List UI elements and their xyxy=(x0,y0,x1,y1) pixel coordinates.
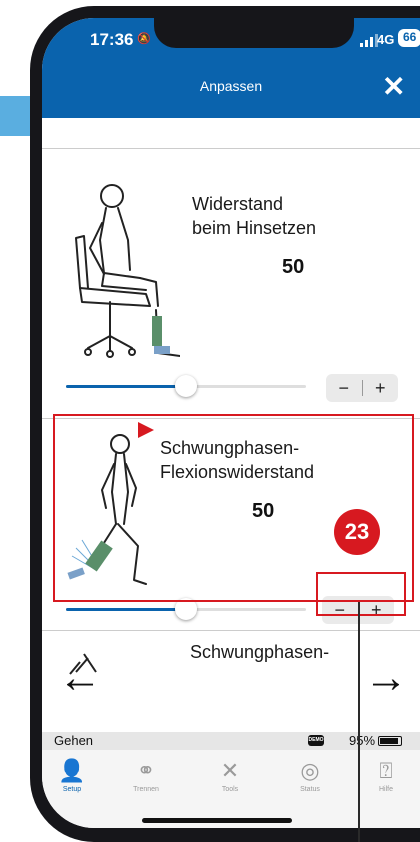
bottom-tab-bar: 👤 Setup ⚭ Trennen ✕ Tools ◎ Status ⍰ Hil… xyxy=(42,750,420,828)
home-indicator xyxy=(142,818,292,823)
status-time: 17:36 xyxy=(90,30,134,49)
mode-label: Gehen xyxy=(54,733,94,748)
value-stepper: − + xyxy=(326,374,398,402)
callout-leader-line xyxy=(358,602,360,842)
app-header: 17:36 🔕 4G 66 Anpassen ✕ xyxy=(42,18,420,118)
unlink-icon: ⚭ xyxy=(136,758,156,783)
tools-icon: ✕ xyxy=(220,758,240,783)
tab-label: Setup xyxy=(62,786,82,793)
tab-label: Status xyxy=(300,786,320,793)
battery-badge: 66 xyxy=(398,29,420,47)
decrement-button[interactable]: − xyxy=(326,374,362,402)
side-tab-marker xyxy=(0,96,30,136)
help-icon: ⍰ xyxy=(379,758,393,783)
bell-muted-icon: 🔕 xyxy=(137,33,151,45)
back-arrow-button[interactable]: ← xyxy=(58,656,102,700)
section-divider xyxy=(42,630,420,631)
sitting-figure-illustration xyxy=(60,178,181,368)
signal-icon xyxy=(360,34,378,47)
slider-fill xyxy=(66,385,186,388)
tab-label: Tools xyxy=(221,786,239,793)
tab-trennen[interactable]: ⚭ Trennen xyxy=(116,758,176,793)
tab-status[interactable]: ◎ Status xyxy=(280,758,340,793)
user-gear-icon: 👤 xyxy=(58,758,86,783)
battery-icon xyxy=(378,736,402,746)
setting-label-line1: Schwungphasen- xyxy=(190,642,330,662)
stepper-highlight-frame xyxy=(316,572,406,616)
tab-setup[interactable]: 👤 Setup xyxy=(42,758,102,793)
battery-percent: 95% xyxy=(349,733,376,748)
tab-label: Trennen xyxy=(133,786,159,793)
tab-label: Hilfe xyxy=(378,786,393,793)
status-icon: ◎ xyxy=(300,758,320,783)
pointer-triangle-icon xyxy=(138,422,154,438)
slider-thumb[interactable] xyxy=(175,375,197,397)
close-icon[interactable]: ✕ xyxy=(382,70,405,103)
setting-label-line1: Widerstand xyxy=(192,194,284,214)
setting-value: 50 xyxy=(282,256,305,278)
increment-button[interactable]: + xyxy=(363,374,399,402)
setting-slider[interactable] xyxy=(66,373,306,401)
tab-hilfe[interactable]: ⍰ Hilfe xyxy=(356,758,416,793)
page-title: Anpassen xyxy=(199,78,263,94)
tab-tools[interactable]: ✕ Tools xyxy=(200,758,260,793)
demo-badge: DEMO xyxy=(308,735,324,746)
forward-arrow-button[interactable]: → xyxy=(364,656,408,700)
slider-fill xyxy=(66,608,186,611)
callout-number: 23 xyxy=(334,509,380,555)
section-divider xyxy=(42,148,420,149)
network-type: 4G xyxy=(377,32,395,47)
setting-label-line2: beim Hinsetzen xyxy=(192,218,317,238)
mode-status-strip: Gehen DEMO 95% xyxy=(42,732,420,750)
notch xyxy=(154,18,354,48)
